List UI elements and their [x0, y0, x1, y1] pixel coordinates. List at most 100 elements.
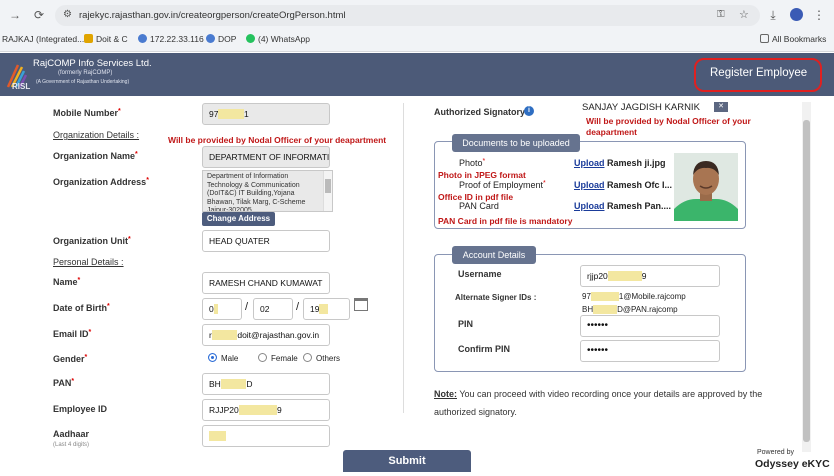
bookmark-whatsapp[interactable]: (4) WhatsApp: [246, 34, 310, 44]
proof-employment-label: Proof of Employment*: [459, 180, 546, 190]
approval-note: Note: You can proceed with video recordi…: [434, 385, 764, 421]
mobile-label: Mobile Number*: [53, 108, 121, 118]
employee-id-label: Employee ID: [53, 404, 108, 414]
bookmark-star-icon[interactable]: ☆: [739, 8, 749, 21]
aadhaar-input[interactable]: xxxx: [202, 425, 330, 447]
alt-signer-label: Alternate Signer IDs :: [455, 293, 537, 302]
mobile-input[interactable]: 97xxxxxx1: [202, 103, 330, 125]
odyssey-brand: Odyssey eKYC: [755, 458, 830, 470]
photo-format-note: Photo in JPEG format: [438, 170, 526, 180]
proof-upload-link[interactable]: Upload: [574, 180, 605, 190]
scrollbar-thumb[interactable]: [803, 120, 810, 442]
pin-label: PIN: [458, 319, 474, 329]
pan-filename: Ramesh Pan....: [607, 201, 672, 211]
globe-icon: [206, 34, 215, 43]
dob-day-input[interactable]: 0x: [202, 298, 242, 320]
auth-signatory-value: SANJAY JAGDISH KARNIK: [582, 102, 700, 113]
personal-details-heading: Personal Details :: [53, 257, 124, 267]
org-name-input[interactable]: DEPARTMENT OF INFORMATIO: [202, 146, 330, 168]
forward-icon[interactable]: →: [8, 8, 22, 22]
calendar-icon[interactable]: [354, 298, 368, 311]
gender-others-radio[interactable]: Others: [303, 353, 340, 363]
pan-label: PAN*: [53, 378, 75, 388]
password-key-icon[interactable]: ⚿: [717, 9, 725, 20]
reload-icon[interactable]: ⟳: [32, 8, 46, 22]
pin-input[interactable]: ••••••: [580, 315, 720, 337]
org-address-label: Organization Address*: [53, 177, 149, 187]
dob-separator: /: [296, 301, 300, 313]
account-heading: Account Details: [452, 246, 536, 264]
info-icon[interactable]: i: [524, 106, 534, 116]
org-address-text: Department of Information Technology & C…: [207, 173, 306, 212]
submit-button[interactable]: Submit: [343, 450, 471, 472]
register-employee-button[interactable]: Register Employee: [710, 67, 807, 79]
dob-separator: /: [245, 301, 249, 313]
name-label: Name*: [53, 277, 81, 287]
page-scrollbar[interactable]: [802, 102, 811, 452]
profile-avatar[interactable]: [790, 8, 803, 21]
org-details-heading: Organization Details :: [53, 130, 140, 140]
company-formerly: (formerly RajCOMP): [58, 70, 113, 76]
svg-text:RISL: RISL: [12, 82, 30, 91]
org-address-textarea[interactable]: Department of Information Technology & C…: [202, 170, 333, 212]
pan-card-label: PAN Card: [459, 201, 499, 211]
username-input[interactable]: rjjp20xxxxxxxx9: [580, 265, 720, 287]
pan-upload-link[interactable]: Upload: [574, 201, 605, 211]
globe-icon: [138, 34, 147, 43]
confirm-pin-label: Confirm PIN: [458, 344, 511, 354]
employee-id-input[interactable]: RJJP20xxxxxxxxx9: [202, 399, 330, 421]
radio-icon: [303, 353, 312, 362]
name-input[interactable]: RAMESH CHAND KUMAWAT: [202, 272, 330, 294]
aadhaar-hint: (Last 4 digits): [53, 442, 90, 448]
email-input[interactable]: rxxxxxxdoit@rajasthan.gov.in: [202, 324, 330, 346]
change-address-button[interactable]: Change Address: [202, 212, 275, 226]
employee-photo: [674, 153, 738, 221]
org-name-label: Organization Name*: [53, 151, 138, 161]
company-tagline: (A Government of Rajasthan Undertaking): [36, 79, 130, 85]
whatsapp-icon: [246, 34, 255, 43]
gender-male-radio[interactable]: Male: [208, 353, 238, 363]
documents-heading: Documents to be uploaded: [452, 134, 580, 152]
note-text: You can proceed with video recording onc…: [434, 389, 763, 417]
org-unit-label: Organization Unit*: [53, 236, 131, 246]
address-scrollbar[interactable]: [323, 171, 332, 211]
bookmark-ip[interactable]: 172.22.33.116: [138, 34, 204, 44]
bookmark-doit[interactable]: Doit & C: [84, 34, 128, 44]
username-label: Username: [458, 269, 502, 279]
browser-chrome: → ⟳ ⚙ rajekyc.rajasthan.gov.in/createorg…: [0, 0, 834, 52]
radio-selected-icon: [208, 353, 217, 362]
clear-signatory-icon[interactable]: ✕: [714, 102, 728, 112]
org-unit-input[interactable]: HEAD QUATER: [202, 230, 330, 252]
dob-year-input[interactable]: 19xx: [303, 298, 350, 320]
gender-label: Gender*: [53, 354, 88, 364]
aadhaar-label: Aadhaar: [53, 429, 90, 439]
photo-label: Photo*: [459, 158, 486, 168]
all-bookmarks[interactable]: All Bookmarks: [760, 34, 826, 44]
note-label: Note:: [434, 389, 457, 399]
dob-month-input[interactable]: 02: [253, 298, 293, 320]
pan-input[interactable]: BHxxxxxxD: [202, 373, 330, 395]
confirm-pin-input[interactable]: ••••••: [580, 340, 720, 362]
alt-signer-pan: BHxxxxxxD@PAN.rajcomp: [582, 305, 678, 314]
pan-mandatory-note: PAN Card in pdf file is mandatory: [438, 216, 573, 226]
bookmark-rajkaj[interactable]: RAJKAJ (Integrated...: [2, 34, 84, 44]
alt-signer-mobile: 97xxxxxxx1@Mobile.rajcomp: [582, 292, 686, 301]
address-bar[interactable]: ⚙ rajekyc.rajasthan.gov.in/createorgpers…: [55, 5, 760, 26]
proof-filename: Ramesh Ofc I...: [607, 180, 673, 190]
company-name: RajCOMP Info Services Ltd.: [33, 58, 152, 69]
gender-female-radio[interactable]: Female: [258, 353, 298, 363]
dob-label: Date of Birth*: [53, 303, 110, 313]
bookmark-dop[interactable]: DOP: [206, 34, 236, 44]
url-text[interactable]: rajekyc.rajasthan.gov.in/createorgperson…: [79, 10, 345, 21]
powered-by-text: Powered by: [757, 449, 794, 456]
bookmark-icon: [84, 34, 93, 43]
photo-filename: Ramesh ji.jpg: [607, 158, 666, 168]
auth-signatory-label: Authorized Signatory: [434, 107, 526, 117]
photo-upload-link[interactable]: Upload: [574, 158, 605, 168]
site-info-icon[interactable]: ⚙: [63, 9, 72, 20]
menu-kebab-icon[interactable]: ⋮: [812, 8, 826, 22]
nodal-officer-note: Will be provided by Nodal Officer of you…: [168, 135, 387, 145]
download-icon[interactable]: ⤓: [766, 8, 780, 22]
signatory-nodal-note: Will be provided by Nodal Officer of you…: [586, 116, 751, 137]
radio-icon: [258, 353, 267, 362]
